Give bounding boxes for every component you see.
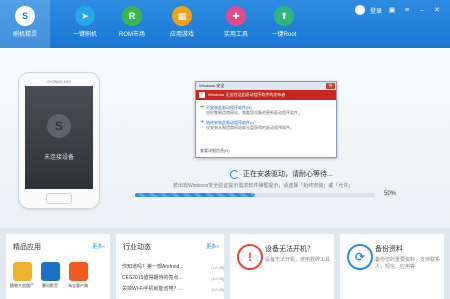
phone-home-button: [46, 193, 72, 204]
news-date: [12-08]: [209, 262, 224, 273]
nav-item-label: 应用游戏: [169, 32, 194, 38]
top-navigation-bar: S 刷机精灵 ➤ 一键刷机 R ROM市场 ▦ 应用游戏 ✚ 实用工具 ⬆ 一键…: [0, 0, 450, 48]
backup-card[interactable]: ⟳ 备份资料 备份您的重要资料，支持联系人、短信、应用等: [340, 234, 444, 299]
news-item[interactable]: 关掉Wi-Fi手机就能省电？... [12-08]: [122, 284, 224, 295]
window-controls: 登录 ▣ ≡ – ✕: [354, 5, 442, 15]
news-date: [12-08]: [209, 273, 224, 284]
news-item[interactable]: CES2015值得期待的亮点... [12-08]: [122, 273, 224, 284]
nav-item-rom-market[interactable]: R ROM市场: [112, 0, 152, 48]
app-item[interactable]: 淘宝客户端: [67, 262, 89, 289]
bottom-cards: 精品应用 更多» 植物大战僵尸 暴风影音 淘宝客户端 行业动态 更多» 你知道吗…: [0, 228, 450, 299]
news-item[interactable]: 你知道吗？第一部Android... [12-08]: [122, 262, 224, 273]
progress-percent: 50%: [384, 191, 397, 197]
rocket-icon: ➤: [75, 6, 95, 26]
user-icon[interactable]: [354, 5, 365, 15]
sync-icon: ⟳: [347, 244, 373, 270]
phone-screen: S 未连接设备: [25, 86, 93, 189]
tools-icon: ✚: [226, 6, 246, 26]
phone-illustration: GIONEE.NDI S 未连接设备: [18, 72, 100, 209]
nav-item-label: 一键刷机: [72, 32, 97, 38]
shield-icon: S: [15, 6, 35, 26]
option-description: 应检查制造商网站，查看您设备的更新驱动程序软件。: [206, 110, 302, 115]
card-description: 设备无法开机，使用救砖工具: [265, 257, 331, 263]
card-title: 精品应用: [13, 244, 41, 251]
details-toggle[interactable]: 查看详细信息(D): [200, 148, 230, 154]
apps-games-icon: ▦: [172, 6, 192, 26]
close-icon[interactable]: ✕: [326, 83, 335, 89]
option-description: 仅安装从制造商网站或光盘获得的驱动程序软件。: [206, 125, 294, 130]
news-title: 关掉Wi-Fi手机就能省电？...: [122, 286, 183, 292]
card-description: 备份您的重要资料，支持联系人、短信、应用等: [375, 257, 441, 270]
install-status-text: 正在安装驱动，请耐心等待...: [243, 171, 333, 178]
spinner-icon: [230, 169, 239, 179]
news-title: 你知道吗？第一部Android...: [122, 264, 184, 270]
device-rescue-card[interactable]: ! 设备无法开机？ 设备无法开机，使用救砖工具: [230, 234, 334, 299]
nav-item-home[interactable]: S 刷机精灵: [0, 0, 50, 48]
root-icon: ⬆: [274, 6, 294, 26]
device-status-text: 未连接设备: [43, 155, 74, 161]
card-title: 行业动态: [123, 244, 151, 251]
app-name: 暴风影音: [42, 283, 58, 288]
nav-item-label: 实用工具: [223, 32, 248, 38]
shield-icon: S: [47, 114, 71, 138]
skin-icon[interactable]: ▣: [387, 6, 397, 14]
app-name: 淘宝客户端: [68, 283, 88, 288]
dialog-title: Windows 安全 ✕: [196, 82, 336, 90]
more-link[interactable]: 更多»: [92, 243, 105, 250]
news-title: CES2015值得期待的亮点...: [122, 275, 183, 281]
app-window: S 刷机精灵 ➤ 一键刷机 R ROM市场 ▦ 应用游戏 ✚ 实用工具 ⬆ 一键…: [0, 0, 450, 299]
app-list: 植物大战僵尸 暴风影音 淘宝客户端: [10, 262, 89, 289]
rom-market-icon: R: [122, 6, 142, 26]
phone-brand: GIONEE.NDI: [47, 79, 71, 84]
dialog-banner-text: Windows 无法验证此驱动程序软件的发布者: [208, 92, 286, 97]
app-item[interactable]: 暴风影音: [39, 262, 61, 289]
main-panel: GIONEE.NDI S 未连接设备 Windows 安全 ✕ ! Window…: [0, 48, 450, 228]
dialog-warning-banner: ! Windows 无法验证此驱动程序软件的发布者: [196, 90, 336, 100]
warning-icon: !: [199, 92, 205, 98]
minimize-icon[interactable]: –: [417, 6, 427, 14]
news-date: [12-08]: [209, 284, 224, 295]
app-icon: [40, 262, 60, 281]
close-icon[interactable]: ✕: [432, 6, 442, 14]
always-install-option[interactable]: ➔ 始终安装此驱动程序软件(I) 仅安装从制造商网站或光盘获得的驱动程序软件。: [200, 120, 332, 131]
nav-item-label: ROM市场: [119, 32, 145, 38]
nav-item-one-click-flash[interactable]: ➤ 一键刷机: [65, 0, 105, 48]
progress-bar: [135, 193, 375, 197]
app-name: 植物大战僵尸: [10, 283, 34, 288]
progress-fill: [135, 193, 255, 197]
card-title: 备份资料: [375, 246, 403, 253]
app-icon: [12, 262, 32, 281]
login-link[interactable]: 登录: [370, 6, 382, 15]
nav-item-label: 一键Root: [271, 32, 297, 38]
install-status: 正在安装驱动，请耐心等待...: [230, 169, 333, 179]
menu-icon[interactable]: ≡: [402, 6, 412, 14]
windows-security-dialog: Windows 安全 ✕ ! Windows 无法验证此驱动程序软件的发布者 ➔…: [195, 81, 337, 158]
arrow-right-icon: ➔: [200, 104, 205, 110]
dont-install-option[interactable]: ➔ 不安装此驱动程序软件(N) 应检查制造商网站，查看您设备的更新驱动程序软件。: [200, 105, 332, 116]
industry-news-card: 行业动态 更多» 你知道吗？第一部Android... [12-08] CES2…: [116, 234, 224, 299]
app-item[interactable]: 植物大战僵尸: [10, 262, 34, 289]
featured-apps-card: 精品应用 更多» 植物大战僵尸 暴风影音 淘宝客户端: [6, 234, 110, 299]
dialog-title-text: Windows 安全: [199, 83, 225, 88]
news-list: 你知道吗？第一部Android... [12-08] CES2015值得期待的亮…: [122, 262, 224, 295]
app-icon: [68, 262, 88, 281]
nav-item-root[interactable]: ⬆ 一键Root: [264, 0, 304, 48]
nav-item-tools[interactable]: ✚ 实用工具: [216, 0, 256, 48]
nav-item-apps-games[interactable]: ▦ 应用游戏: [162, 0, 202, 48]
arrow-right-icon: ➔: [200, 119, 205, 125]
nav-item-label: 刷机精灵: [12, 32, 37, 38]
more-link[interactable]: 更多»: [206, 243, 219, 250]
card-title: 设备无法开机？: [265, 246, 314, 253]
warning-icon: !: [237, 244, 263, 270]
install-hint: 若出现Windows安全验证提示需求软件弹框提示，请选择「始终安装」或「允许」: [173, 183, 354, 189]
